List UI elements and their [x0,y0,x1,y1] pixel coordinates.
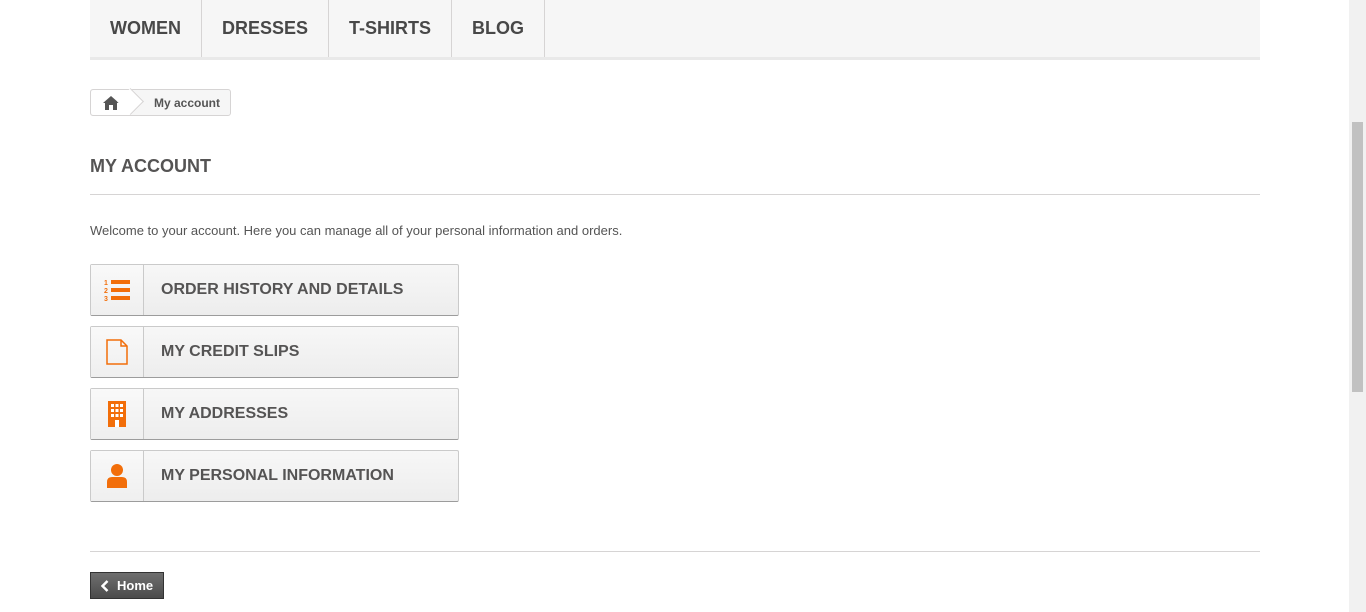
personal-information-label: MY PERSONAL INFORMATION [161,467,394,484]
page: WOMEN DRESSES T-SHIRTS BLOG My account M… [0,0,1366,612]
credit-slips-button[interactable]: MY CREDIT SLIPS [90,326,459,378]
svg-text:2: 2 [104,288,108,295]
account-links: 1 2 3 ORDER HISTORY AND DETAILS MY CREDI… [90,264,459,512]
nav-item-women[interactable]: WOMEN [90,0,202,57]
svg-text:3: 3 [104,296,108,302]
addresses-button[interactable]: MY ADDRESSES [90,388,459,440]
building-icon [91,389,144,439]
nav-item-dresses[interactable]: DRESSES [202,0,330,57]
ordered-list-icon: 1 2 3 [91,265,144,315]
home-button[interactable]: Home [90,572,165,599]
personal-information-button[interactable]: MY PERSONAL INFORMATION [90,450,459,502]
welcome-text: Welcome to your account. Here you can ma… [90,223,623,238]
credit-slips-label: MY CREDIT SLIPS [161,343,300,360]
user-icon [91,451,144,501]
scrollbar-thumb[interactable] [1352,122,1363,392]
top-navigation: WOMEN DRESSES T-SHIRTS BLOG [90,0,1260,60]
vertical-scrollbar[interactable] [1349,0,1366,612]
home-button-label: Home [117,578,154,593]
svg-text:1: 1 [104,280,108,287]
order-history-label: ORDER HISTORY AND DETAILS [161,281,404,298]
order-history-button[interactable]: 1 2 3 ORDER HISTORY AND DETAILS [90,264,459,316]
breadcrumb-current: My account [154,95,221,110]
footer-divider [90,551,1260,552]
document-icon [91,327,144,377]
nav-item-blog[interactable]: BLOG [452,0,546,57]
page-title: MY ACCOUNT [90,156,1260,195]
breadcrumb-home-link[interactable] [91,90,131,115]
home-icon [103,95,119,110]
nav-item-t-shirts[interactable]: T-SHIRTS [329,0,453,57]
chevron-left-icon [101,579,109,592]
breadcrumb: My account [90,89,232,116]
addresses-label: MY ADDRESSES [161,405,289,422]
